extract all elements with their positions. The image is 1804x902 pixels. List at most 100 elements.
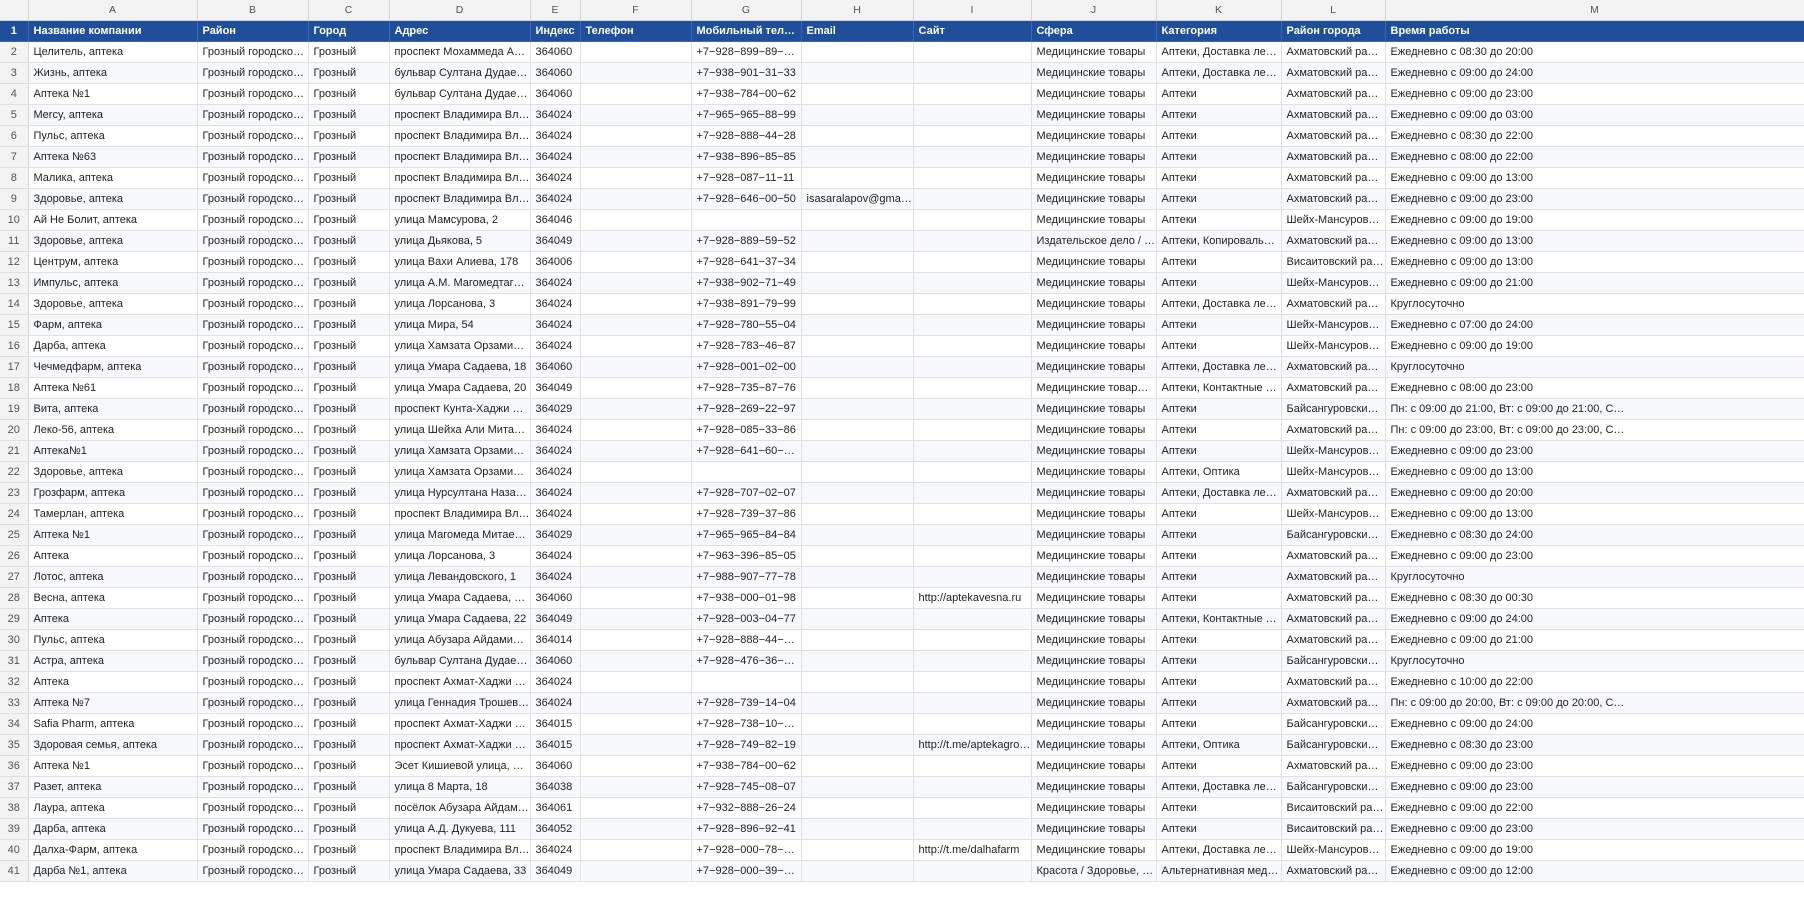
table-cell[interactable]	[801, 251, 914, 273]
table-cell[interactable]	[580, 251, 692, 273]
table-cell[interactable]: Аптеки	[1156, 671, 1282, 693]
table-cell[interactable]: +7−928−735−87−76	[691, 377, 802, 399]
table-cell[interactable]: проспект Владимира Владими…	[389, 104, 531, 126]
table-cell[interactable]: Аптеки	[1156, 146, 1282, 168]
table-cell[interactable]: улица Умара Садаева, 125	[389, 587, 531, 609]
table-cell[interactable]: Грозный	[308, 650, 390, 672]
table-cell[interactable]: +7−928−085−33−86	[691, 419, 802, 441]
table-cell[interactable]	[801, 839, 914, 861]
table-cell[interactable]	[913, 566, 1032, 588]
table-cell[interactable]: Грозный	[308, 272, 390, 294]
table-cell[interactable]	[691, 209, 802, 231]
row-number[interactable]: 40	[0, 839, 29, 861]
table-cell[interactable]: +7−928−000−78−76, +7…	[691, 839, 802, 861]
table-cell[interactable]: Грозный	[308, 755, 390, 777]
table-cell[interactable]: Пн: с 09:00 до 20:00, Вт: с 09:00 до 20:…	[1385, 692, 1804, 714]
table-cell[interactable]: +7−963−396−85−05	[691, 545, 802, 567]
table-cell[interactable]: Медицинские товары	[1031, 293, 1157, 315]
table-cell[interactable]	[913, 314, 1032, 336]
table-cell[interactable]	[913, 377, 1032, 399]
table-cell[interactable]: Грозный городской ок…	[197, 209, 309, 231]
table-cell[interactable]: Медицинские товары	[1031, 587, 1157, 609]
table-cell[interactable]: Медицинские товары	[1031, 524, 1157, 546]
table-cell[interactable]	[580, 83, 692, 105]
table-cell[interactable]: +7−938−891−79−99	[691, 293, 802, 315]
table-cell[interactable]: +7−932−888−26−24	[691, 797, 802, 819]
table-cell[interactable]: Медицинские товары	[1031, 818, 1157, 840]
table-cell[interactable]: Аптеки, Доставка лекарств	[1156, 839, 1282, 861]
table-cell[interactable]: Медицинские товары	[1031, 272, 1157, 294]
table-cell[interactable]	[580, 461, 692, 483]
row-number[interactable]: 6	[0, 125, 29, 147]
table-cell[interactable]: Медицинские товары	[1031, 419, 1157, 441]
table-cell[interactable]: +7−928−739−14−04	[691, 692, 802, 714]
table-cell[interactable]	[580, 335, 692, 357]
table-cell[interactable]: улица Геннадия Трошева, 8	[389, 692, 531, 714]
table-cell[interactable]: 364060	[530, 83, 581, 105]
table-cell[interactable]: Медицинские товары	[1031, 797, 1157, 819]
table-cell[interactable]	[913, 62, 1032, 84]
table-cell[interactable]: 364024	[530, 125, 581, 147]
table-cell[interactable]: Ежедневно с 09:00 до 23:00	[1385, 818, 1804, 840]
table-cell[interactable]: 364024	[530, 104, 581, 126]
table-cell[interactable]: Астра, аптека	[28, 650, 198, 672]
table-cell[interactable]: Грозный городской ок…	[197, 839, 309, 861]
row-number[interactable]: 23	[0, 482, 29, 504]
table-cell[interactable]	[580, 125, 692, 147]
table-cell[interactable]: +7−965−965−88−99	[691, 104, 802, 126]
row-number[interactable]: 16	[0, 335, 29, 357]
table-cell[interactable]: улица Мира, 54	[389, 314, 531, 336]
table-cell[interactable]: Медицинские товары	[1031, 125, 1157, 147]
table-cell[interactable]: Ежедневно с 09:00 до 24:00	[1385, 608, 1804, 630]
table-cell[interactable]: +7−928−888−44−28, +7…	[691, 629, 802, 651]
table-cell[interactable]	[913, 629, 1032, 651]
table-cell[interactable]: Шейх-Мансуровский…	[1281, 335, 1386, 357]
table-cell[interactable]: Грозный городской ок…	[197, 356, 309, 378]
table-cell[interactable]: +7−928−641−60−19, +7…	[691, 440, 802, 462]
table-cell[interactable]	[913, 482, 1032, 504]
table-cell[interactable]: +7−938−901−31−33	[691, 62, 802, 84]
table-cell[interactable]: Далха-Фарм, аптека	[28, 839, 198, 861]
table-cell[interactable]	[801, 377, 914, 399]
table-cell[interactable]: 364024	[530, 839, 581, 861]
table-cell[interactable]: Грозный городской ок…	[197, 734, 309, 756]
table-cell[interactable]: 364024	[530, 314, 581, 336]
table-cell[interactable]: Медицинские товары	[1031, 188, 1157, 210]
table-cell[interactable]: Медицинские товары	[1031, 251, 1157, 273]
table-cell[interactable]	[580, 62, 692, 84]
table-cell[interactable]	[913, 293, 1032, 315]
table-cell[interactable]: 364046	[530, 209, 581, 231]
row-number[interactable]: 38	[0, 797, 29, 819]
row-number[interactable]: 30	[0, 629, 29, 651]
table-cell[interactable]	[913, 419, 1032, 441]
table-cell[interactable]	[913, 104, 1032, 126]
table-cell[interactable]: Грозный городской ок…	[197, 398, 309, 420]
table-cell[interactable]: Аптеки, Доставка лекарств	[1156, 293, 1282, 315]
table-cell[interactable]: 364024	[530, 335, 581, 357]
table-cell[interactable]	[913, 608, 1032, 630]
table-cell[interactable]: Ежедневно с 08:30 до 23:00	[1385, 734, 1804, 756]
row-number[interactable]: 36	[0, 755, 29, 777]
row-number[interactable]: 35	[0, 734, 29, 756]
table-cell[interactable]: Ахматовский район	[1281, 482, 1386, 504]
table-cell[interactable]	[801, 566, 914, 588]
table-cell[interactable]: Аптеки	[1156, 650, 1282, 672]
table-cell[interactable]	[580, 818, 692, 840]
header-cell[interactable]: Сфера	[1031, 20, 1157, 42]
table-cell[interactable]	[801, 440, 914, 462]
table-cell[interactable]: Грозный городской ок…	[197, 524, 309, 546]
table-cell[interactable]	[801, 419, 914, 441]
table-cell[interactable]: Медицинские товары	[1031, 167, 1157, 189]
table-cell[interactable]	[580, 230, 692, 252]
table-cell[interactable]: улица Шейха Али Митаева, 56	[389, 419, 531, 441]
table-cell[interactable]: Грозный городской ок…	[197, 104, 309, 126]
table-cell[interactable]	[801, 272, 914, 294]
table-cell[interactable]: Жизнь, аптека	[28, 62, 198, 84]
row-number[interactable]: 5	[0, 104, 29, 126]
table-cell[interactable]: Медицинские товары	[1031, 713, 1157, 735]
table-cell[interactable]: Байсангуровский рай…	[1281, 650, 1386, 672]
table-cell[interactable]: Медицинские товары	[1031, 146, 1157, 168]
table-cell[interactable]: Ежедневно с 09:00 до 13:00	[1385, 461, 1804, 483]
table-cell[interactable]	[580, 482, 692, 504]
table-cell[interactable]: Ежедневно с 09:00 до 23:00	[1385, 83, 1804, 105]
